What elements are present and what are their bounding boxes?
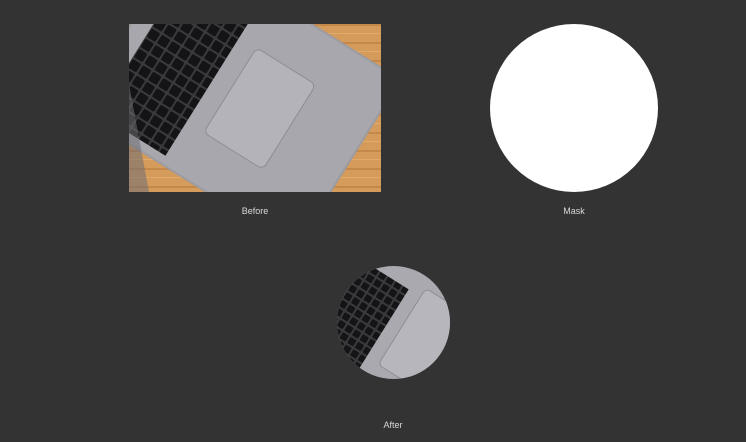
comparison-canvas: Before Mask After xyxy=(0,0,746,442)
laptop-photo-circle-illustration xyxy=(337,266,450,379)
after-image xyxy=(337,266,450,379)
before-image xyxy=(129,24,381,192)
mask-caption: Mask xyxy=(563,206,585,216)
laptop-photo-illustration xyxy=(129,24,381,192)
after-caption: After xyxy=(383,420,403,430)
before-caption: Before xyxy=(241,206,269,216)
mask-circle xyxy=(490,24,658,192)
